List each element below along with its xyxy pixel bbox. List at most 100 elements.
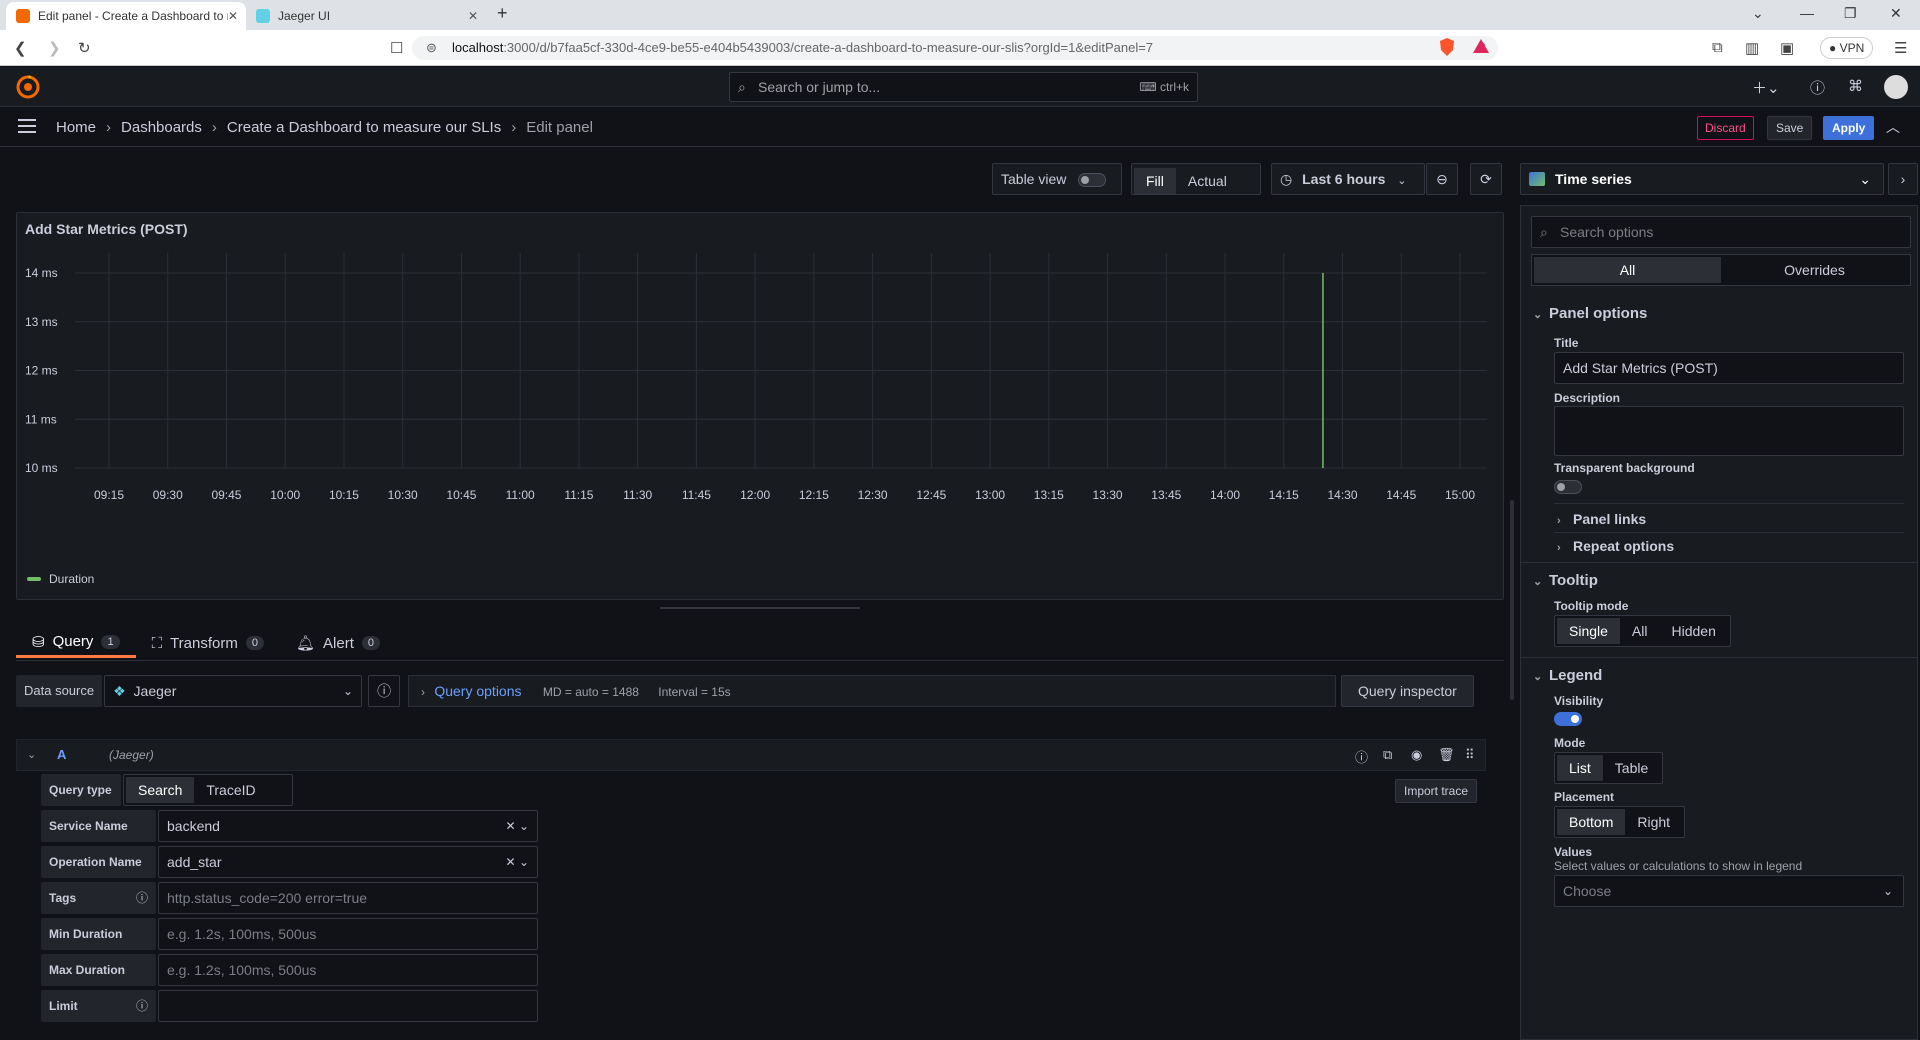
tab-all[interactable]: All <box>1534 257 1721 283</box>
sidebar-icon[interactable]: ▥ <box>1745 39 1759 57</box>
legend-visibility-switch[interactable] <box>1554 712 1582 727</box>
table-view-toggle[interactable]: Table view <box>992 163 1122 195</box>
maximize-icon[interactable]: ❐ <box>1844 5 1857 22</box>
actual-option[interactable]: Actual <box>1176 168 1239 194</box>
panel-links-section[interactable]: › Panel links <box>1557 511 1646 527</box>
user-avatar[interactable] <box>1884 75 1908 99</box>
query-options-bar[interactable]: › Query options MD = auto = 1488 Interva… <box>408 675 1336 707</box>
browser-menu-icon[interactable]: ☰ <box>1894 39 1907 57</box>
help-icon[interactable]: ⓘ <box>1810 77 1825 98</box>
bookmark-icon[interactable]: ☐ <box>390 39 403 57</box>
query-row-header[interactable]: ⌄ A (Jaeger) ⓘ ⧉ ◉ 🗑︎ ⠿ <box>16 739 1486 771</box>
legend-label[interactable]: Duration <box>49 572 94 586</box>
site-info-icon[interactable]: ⊜ <box>426 36 437 60</box>
extensions-icon[interactable]: ⧉ <box>1712 39 1723 56</box>
query-options-link[interactable]: Query options <box>434 683 521 699</box>
add-new-icon[interactable]: ＋⌄ <box>1752 77 1780 98</box>
minimize-icon[interactable]: — <box>1800 5 1814 21</box>
discard-button[interactable]: Discard <box>1697 116 1754 140</box>
breadcrumb-dashboards[interactable]: Dashboards <box>121 119 202 136</box>
info-icon[interactable]: ⓘ <box>136 882 148 914</box>
eye-icon[interactable]: ◉ <box>1411 747 1422 763</box>
query-type-traceid[interactable]: TraceID <box>194 777 267 803</box>
description-textarea[interactable] <box>1554 406 1904 456</box>
breadcrumb-dashboard[interactable]: Create a Dashboard to measure our SLIs <box>227 119 501 136</box>
import-trace-button[interactable]: Import trace <box>1395 779 1478 803</box>
news-feed-icon[interactable]: ⌘ <box>1848 77 1863 95</box>
collapse-options-button[interactable]: › <box>1888 163 1918 195</box>
back-icon[interactable]: ❮ <box>14 39 27 57</box>
apply-button[interactable]: Apply <box>1823 116 1875 140</box>
time-series-chart[interactable]: 14 ms 13 ms 12 ms 11 ms 10 ms 09:15 09:30 09:45… <box>17 253 1503 573</box>
close-tab-icon[interactable]: ✕ <box>468 9 478 23</box>
tab-overrides[interactable]: Overrides <box>1721 257 1908 283</box>
breadcrumb-home[interactable]: Home <box>56 119 96 136</box>
collapse-chevron-icon[interactable]: ⌄ <box>27 748 36 761</box>
legend-placement-bottom[interactable]: Bottom <box>1557 809 1626 835</box>
reload-icon[interactable]: ↻ <box>78 39 91 57</box>
options-search-input[interactable]: ⌕ Search options <box>1531 216 1911 248</box>
tab-transform[interactable]: ⛶ Transform 0 <box>136 628 280 658</box>
address-bar[interactable]: ⊜ localhost:3000/d/b7faa5cf-330d-4ce9-be… <box>412 36 1498 60</box>
time-range-picker[interactable]: ◷ Last 6 hours ⌄ <box>1271 163 1425 195</box>
clear-icon[interactable]: ✕ <box>506 819 516 833</box>
grafana-logo-icon[interactable] <box>16 75 40 99</box>
brave-shield-icon[interactable] <box>1438 37 1456 57</box>
wallet-icon[interactable]: ▣ <box>1780 39 1794 57</box>
limit-input[interactable] <box>158 990 538 1022</box>
datasource-picker[interactable]: ❖ Jaeger ⌄ <box>104 675 363 707</box>
section-legend[interactable]: ⌄ Legend <box>1533 667 1602 684</box>
tooltip-mode-single[interactable]: Single <box>1557 618 1620 644</box>
tooltip-mode-hidden[interactable]: Hidden <box>1659 618 1727 644</box>
trash-icon[interactable]: 🗑︎ <box>1438 747 1455 763</box>
table-view-switch[interactable] <box>1078 173 1107 188</box>
brave-rewards-icon[interactable] <box>1472 37 1490 55</box>
query-ref-id[interactable]: A <box>57 747 66 762</box>
refresh-button[interactable]: ⟳ <box>1470 163 1502 195</box>
collapse-icon[interactable]: ︿ <box>1886 117 1900 137</box>
operation-name-select[interactable]: add_star ✕ ⌄ <box>158 846 538 878</box>
section-panel-options[interactable]: ⌄ Panel options <box>1533 305 1647 322</box>
tab-alert[interactable]: 🔔︎ Alert 0 <box>280 628 396 658</box>
close-window-icon[interactable]: ✕ <box>1890 5 1902 22</box>
tab-list-icon[interactable]: ⌄ <box>1752 5 1764 22</box>
transparent-background-switch[interactable] <box>1554 480 1582 495</box>
datasource-help-button[interactable]: ⓘ <box>368 675 401 707</box>
x-tick-label: 12:30 <box>858 488 888 502</box>
zoom-out-button[interactable]: ⊖ <box>1426 163 1458 195</box>
tags-input[interactable]: http.status_code=200 error=true <box>158 882 538 914</box>
drag-handle-icon[interactable]: ⠿ <box>1465 747 1475 763</box>
query-inspector-button[interactable]: Query inspector <box>1341 675 1474 707</box>
tab-query[interactable]: ⛁ Query 1 <box>16 628 136 658</box>
min-duration-input[interactable]: e.g. 1.2s, 100ms, 500us <box>158 918 538 950</box>
close-tab-icon[interactable]: ✕ <box>228 9 238 23</box>
legend-placement-right[interactable]: Right <box>1625 809 1682 835</box>
legend-mode-table[interactable]: Table <box>1603 755 1660 781</box>
info-icon[interactable]: ⓘ <box>136 990 148 1022</box>
chevron-down-icon: ⌄ <box>1533 576 1543 588</box>
tooltip-mode-all[interactable]: All <box>1620 618 1660 644</box>
forward-icon[interactable]: ❯ <box>48 39 61 57</box>
browser-tab-grafana[interactable]: Edit panel - Create a Dashboard to me ✕ <box>6 2 246 30</box>
browser-tab-jaeger[interactable]: Jaeger UI ✕ <box>246 2 486 30</box>
duplicate-icon[interactable]: ⧉ <box>1383 747 1392 763</box>
help-icon[interactable]: ⓘ <box>1355 747 1368 766</box>
service-name-select[interactable]: backend ✕ ⌄ <box>158 810 538 842</box>
visualization-picker[interactable]: Time series ⌄ <box>1520 163 1884 195</box>
menu-icon[interactable] <box>18 119 36 133</box>
scrollbar[interactable] <box>1510 500 1514 700</box>
query-type-search[interactable]: Search <box>126 777 195 803</box>
fill-option[interactable]: Fill <box>1134 168 1176 194</box>
clear-icon[interactable]: ✕ <box>506 855 516 869</box>
vpn-button[interactable]: ● VPN <box>1820 37 1874 59</box>
title-input[interactable]: Add Star Metrics (POST) <box>1554 352 1904 384</box>
new-tab-icon[interactable]: + <box>497 3 508 24</box>
search-input[interactable]: ⌕ Search or jump to... ⌨ ctrl+k <box>729 72 1198 102</box>
max-duration-input[interactable]: e.g. 1.2s, 100ms, 500us <box>158 954 538 986</box>
legend-mode-list[interactable]: List <box>1557 755 1603 781</box>
repeat-options-section[interactable]: › Repeat options <box>1557 538 1674 554</box>
save-button[interactable]: Save <box>1767 116 1813 140</box>
section-tooltip[interactable]: ⌄ Tooltip <box>1533 572 1598 589</box>
values-select[interactable]: Choose ⌄ <box>1554 875 1904 907</box>
panel-resize-handle[interactable] <box>660 607 860 609</box>
